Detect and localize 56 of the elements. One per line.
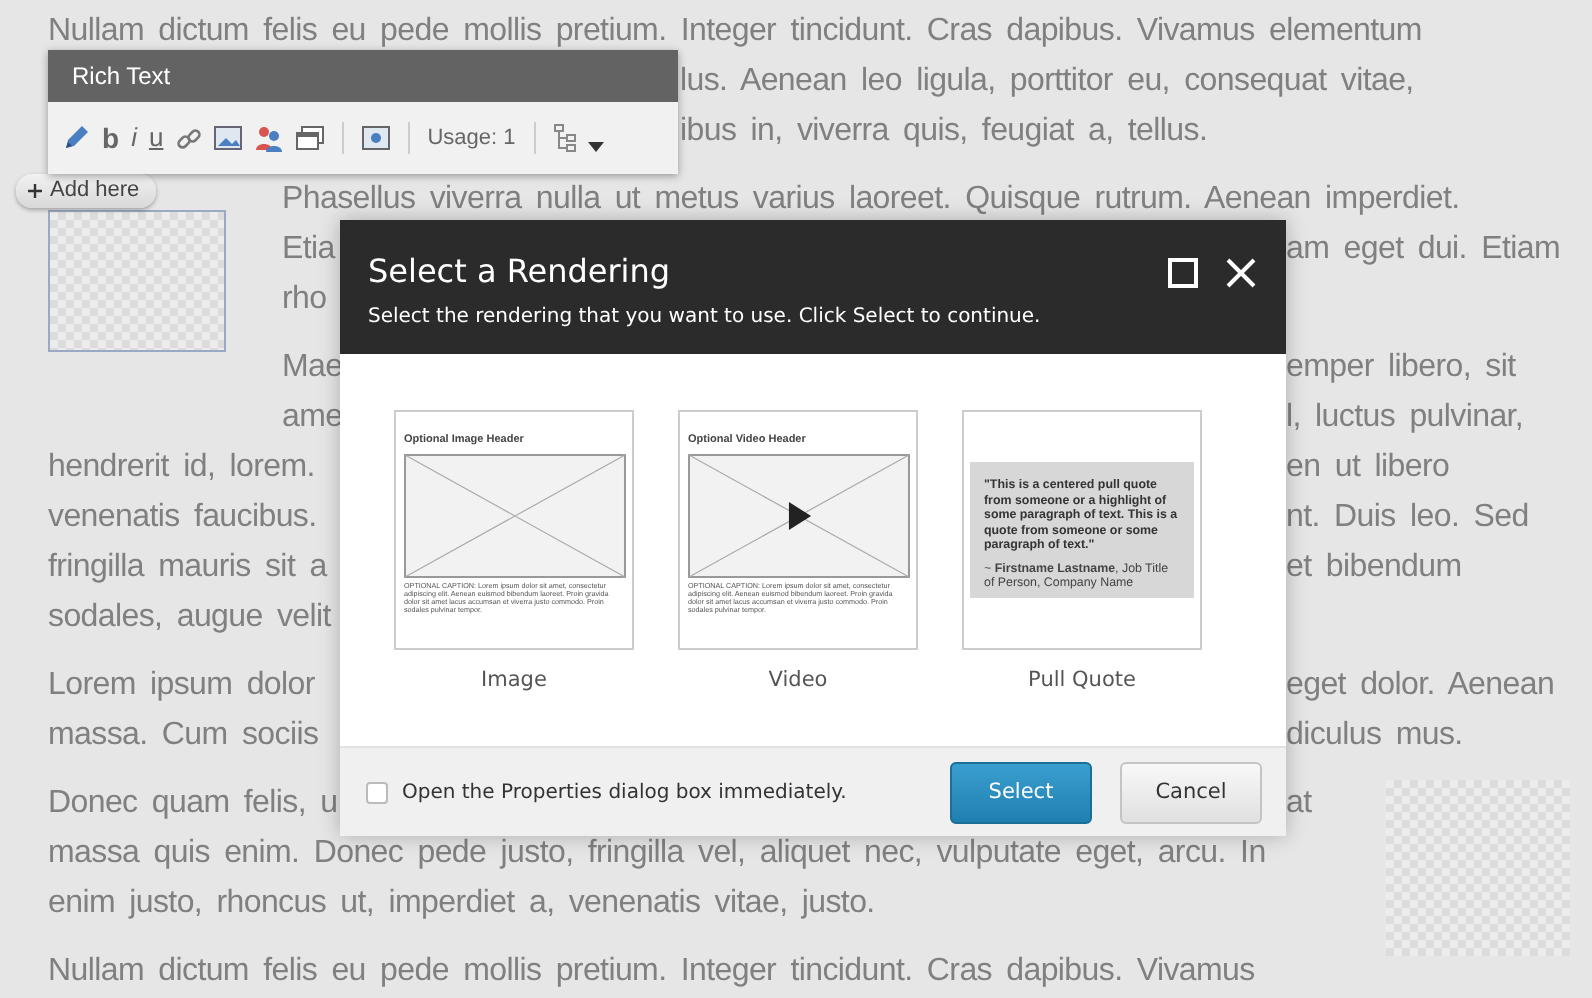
rendering-thumbnail[interactable]	[394, 410, 634, 650]
rendering-thumbnail[interactable]	[678, 410, 918, 650]
paragraph-text: Donec quam felis, u	[48, 786, 338, 820]
select-button[interactable]: Select	[950, 761, 1092, 823]
image-icon[interactable]	[213, 126, 242, 150]
paragraph-text: lus. Aenean leo ligula, porttitor eu, consequat vitae,	[680, 64, 1414, 98]
paragraph-text: Nullam dictum felis eu pede mollis pretium. Integer tincidunt. Cras dapibus. Vivamus elementum	[48, 14, 1422, 48]
format-button[interactable]: b	[102, 122, 120, 154]
paragraph-text: Phasellus viverra nulla ut metus varius laoreet. Quisque rutrum. Aenean imperdiet.	[282, 182, 1460, 216]
cancel-button[interactable]: Cancel	[1120, 761, 1262, 823]
rendering-label[interactable]: Image	[481, 668, 547, 692]
paragraph-text: Lorem ipsum dolor	[48, 668, 315, 702]
paragraph-text: am eget dui. Etiam	[1286, 232, 1560, 266]
paragraph-text: enim justo, rhoncus ut, imperdiet a, venenatis vitae, justo.	[48, 886, 875, 920]
dialog-title: Select a Rendering	[368, 252, 671, 292]
paragraph-text: Nullam dictum felis eu pede mollis pretium. Integer tincidunt. Cras dapibus. Vivamus	[48, 954, 1255, 988]
paragraph-text: venenatis faucibus.	[48, 500, 317, 534]
plus-icon	[28, 184, 42, 198]
paragraph-text: en ut libero	[1286, 450, 1450, 484]
paragraph-text: l, luctus pulvinar,	[1286, 400, 1524, 434]
format-button[interactable]: i	[131, 122, 137, 154]
paragraph-text: massa. Cum sociis	[48, 718, 319, 752]
rendering-label[interactable]: Video	[768, 668, 828, 692]
paragraph-text: sodales, augue velit	[48, 600, 331, 634]
caret-icon[interactable]	[587, 141, 604, 151]
rendering-label[interactable]: Pull Quote	[1028, 668, 1136, 692]
paragraph-text: at	[1286, 786, 1312, 820]
screen-icon[interactable]	[361, 126, 390, 150]
pencil-icon[interactable]	[62, 124, 90, 152]
people-icon[interactable]	[253, 125, 284, 151]
format-button[interactable]: u	[148, 122, 164, 154]
paragraph-text: diculus mus.	[1286, 718, 1463, 752]
checkbox-label[interactable]: Open the Properties dialog box immediately.	[402, 781, 930, 803]
tree-icon[interactable]	[553, 124, 576, 152]
paragraph-text: emper libero, sit	[1286, 350, 1516, 384]
paragraph-text: massa quis enim. Donec pede justo, fringilla vel, aliquet nec, vulputate eget, arcu. In	[48, 836, 1266, 870]
toolbar-title: Rich Text	[72, 62, 171, 90]
dialog-subtitle: Select the rendering that you want to use. Click Select to continue.	[368, 304, 1041, 332]
add-here-button[interactable]: Add here	[16, 174, 156, 208]
paragraph-text: Etia	[282, 232, 335, 266]
paragraph-text: et bibendum	[1286, 550, 1462, 584]
usage-label[interactable]: Usage: 1	[427, 126, 516, 150]
close-icon[interactable]	[1226, 258, 1256, 288]
paragraph-text: hendrerit id, lorem.	[48, 450, 315, 484]
paragraph-text: rho	[282, 282, 327, 316]
link-icon[interactable]	[175, 125, 202, 151]
paragraph-text: Mae	[282, 350, 343, 384]
paragraph-text: nt. Duis leo. Sed	[1286, 500, 1529, 534]
paragraph-text: ibus in, viverra quis, feugiat a, tellus.	[680, 114, 1208, 148]
windows-icon[interactable]	[295, 126, 324, 150]
image-placeholder[interactable]	[48, 210, 226, 352]
paragraph-text: ame	[282, 400, 343, 434]
maximize-icon[interactable]	[1168, 258, 1198, 288]
paragraph-text: eget dolor. Aenean	[1286, 668, 1555, 702]
paragraph-text: fringilla mauris sit a	[48, 550, 327, 584]
checkbox[interactable]	[366, 781, 388, 803]
